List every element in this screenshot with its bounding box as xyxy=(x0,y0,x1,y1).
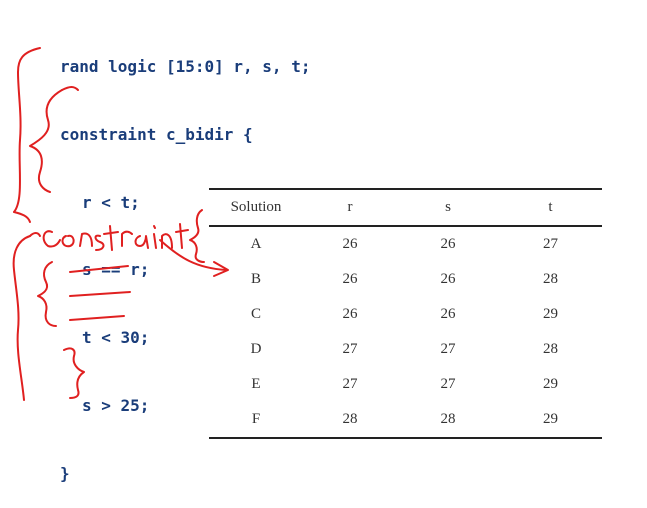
table-row: F 28 28 29 xyxy=(209,402,602,437)
cell-s: 28 xyxy=(440,410,456,427)
code-line-constraint-open: constraint c_bidir { xyxy=(60,124,253,144)
table-row: E 27 27 29 xyxy=(209,367,602,402)
cell-r: 26 xyxy=(342,270,358,287)
cell-r: 27 xyxy=(342,340,358,357)
cell-s: 27 xyxy=(440,375,456,392)
code-line-constraint-close: } xyxy=(60,463,70,483)
cell-t: 29 xyxy=(543,375,558,392)
outer-brace-stroke xyxy=(13,47,41,213)
lower-brace-top xyxy=(29,232,41,237)
table-row: D 27 27 28 xyxy=(209,332,602,367)
cell-t: 29 xyxy=(543,410,558,427)
table-row: C 26 26 29 xyxy=(209,297,602,332)
cell-s: 26 xyxy=(440,305,456,322)
cell-s: 27 xyxy=(440,340,456,357)
outer-brace-tail xyxy=(13,211,31,223)
cell-solution: B xyxy=(250,270,261,287)
cell-s: 26 xyxy=(440,270,456,287)
table-row: A 26 26 27 xyxy=(209,227,602,262)
inner-brace-stroke xyxy=(29,89,63,193)
cell-r: 27 xyxy=(342,375,358,392)
cell-r: 26 xyxy=(342,235,358,252)
cell-solution: E xyxy=(251,375,261,392)
cell-r: 26 xyxy=(342,305,358,322)
cell-solution: F xyxy=(251,410,261,427)
solutions-table: Solution r s t A 26 26 27 B 26 26 28 C 2… xyxy=(209,188,602,439)
cell-s: 26 xyxy=(440,235,456,252)
header-r: r xyxy=(347,199,353,215)
cell-t: 27 xyxy=(543,235,558,252)
cell-solution: C xyxy=(250,305,261,322)
cell-solution: A xyxy=(250,235,262,252)
header-s: s xyxy=(445,199,451,215)
cell-t: 28 xyxy=(543,340,558,357)
small-brace-stroke xyxy=(37,261,57,327)
table-row: B 26 26 28 xyxy=(209,262,602,297)
code-line-declaration: rand logic [15:0] r, s, t; xyxy=(60,57,311,76)
cell-t: 28 xyxy=(543,270,558,287)
cell-solution: D xyxy=(250,340,262,357)
header-solution: Solution xyxy=(230,199,282,215)
table-header-row: Solution r s t xyxy=(209,190,602,225)
lower-brace-stroke xyxy=(12,235,31,401)
cell-t: 29 xyxy=(543,305,558,322)
cell-r: 28 xyxy=(342,410,358,427)
table-bottom-rule xyxy=(209,436,602,439)
header-t: t xyxy=(548,199,553,215)
